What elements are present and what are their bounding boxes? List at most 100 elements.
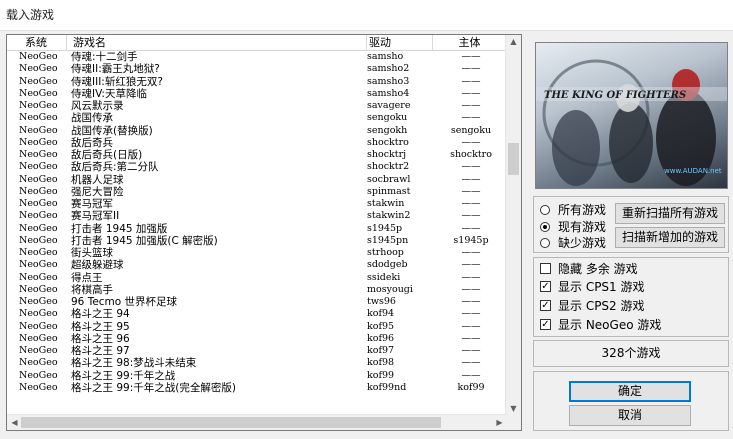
check-show-neogeo-box[interactable]: ✓	[540, 319, 551, 330]
scroll-down-icon[interactable]: ▼	[506, 402, 521, 416]
table-row[interactable]: NeoGeo 侍魂II:霸王丸地狱? samsho2 ——	[7, 63, 507, 75]
row-system: NeoGeo	[19, 124, 58, 136]
check-show-cps1-box[interactable]: ✓	[540, 281, 551, 292]
rescan-all-button[interactable]: 重新扫描所有游戏	[615, 203, 725, 224]
table-row[interactable]: NeoGeo 格斗之王 95 kof95 ——	[7, 321, 507, 333]
scroll-up-icon[interactable]: ▲	[506, 35, 521, 49]
preview-title-text: THE KING OF FIGHTERS	[544, 90, 686, 101]
horizontal-scrollbar[interactable]: ◀ ▶	[7, 414, 507, 430]
scroll-corner	[506, 415, 521, 430]
table-row[interactable]: NeoGeo 机器人足球 socbrawl ——	[7, 174, 507, 186]
table-row[interactable]: NeoGeo 赛马冠军II stakwin2 ——	[7, 210, 507, 222]
row-game-name: 格斗之王 99:千年之战	[71, 369, 176, 382]
row-game-name: 侍魂:十二剑手	[71, 51, 138, 63]
row-system: NeoGeo	[19, 51, 58, 62]
check-show-cps2-box[interactable]: ✓	[540, 300, 551, 311]
table-row[interactable]: NeoGeo 得点王 ssideki ——	[7, 272, 507, 284]
row-system: NeoGeo	[19, 332, 58, 344]
table-row[interactable]: NeoGeo 格斗之王 96 kof96 ——	[7, 333, 507, 345]
row-driver: kof95	[367, 320, 395, 332]
table-row[interactable]: NeoGeo 侍魂III:斩红狼无双? samsho3 ——	[7, 76, 507, 88]
radio-all-games-indicator[interactable]	[540, 205, 550, 215]
table-row[interactable]: NeoGeo 赛马冠军 stakwin ——	[7, 198, 507, 210]
scroll-right-icon[interactable]: ▶	[492, 416, 507, 430]
row-parent: ——	[461, 51, 481, 62]
row-driver: strhoop	[367, 247, 404, 258]
row-game-name: 格斗之王 96	[71, 332, 130, 345]
row-parent: ——	[461, 332, 481, 344]
row-driver: shocktro	[367, 136, 409, 148]
table-row[interactable]: NeoGeo 敌后奇兵(日版) shocktrj shocktro	[7, 149, 507, 161]
row-parent: ——	[461, 345, 481, 356]
row-game-name: 格斗之王 98:梦战斗未结束	[71, 357, 197, 370]
table-row[interactable]: NeoGeo 敌后奇兵:第二分队 shocktr2 ——	[7, 161, 507, 173]
radio-all-games-label: 所有游戏	[558, 203, 607, 217]
table-row[interactable]: NeoGeo 格斗之王 99:千年之战 kof99 ——	[7, 370, 507, 382]
table-row[interactable]: NeoGeo 96 Tecmo 世界杯足球 tws96 ——	[7, 296, 507, 308]
table-row[interactable]: NeoGeo 超级躲避球 sdodgeb ——	[7, 259, 507, 271]
table-row[interactable]: NeoGeo 街头篮球 strhoop ——	[7, 247, 507, 259]
row-game-name: 打击者 1945 加强版	[71, 222, 168, 235]
table-row[interactable]: NeoGeo 格斗之王 97 kof97 ——	[7, 345, 507, 357]
row-parent: ——	[461, 87, 481, 99]
table-row[interactable]: NeoGeo 格斗之王 98:梦战斗未结束 kof98 ——	[7, 357, 507, 369]
row-parent: ——	[461, 271, 481, 283]
row-system: NeoGeo	[19, 259, 58, 271]
cancel-button[interactable]: 取消	[569, 405, 691, 426]
table-row[interactable]: NeoGeo 侍魂:十二剑手 samsho ——	[7, 51, 507, 63]
col-header-driver[interactable]: 驱动	[367, 35, 433, 50]
table-row[interactable]: NeoGeo 战国传承 sengoku ——	[7, 112, 507, 124]
col-header-name[interactable]: 游戏名	[67, 35, 367, 50]
row-driver: mosyougi	[367, 283, 413, 295]
horizontal-scroll-thumb[interactable]	[21, 417, 441, 428]
row-game-name: 敌后奇兵	[71, 136, 113, 149]
row-system: NeoGeo	[19, 357, 58, 369]
row-driver: tws96	[367, 296, 396, 307]
rescan-new-button[interactable]: 扫描新增加的游戏	[615, 227, 725, 248]
vertical-scroll-thumb[interactable]	[508, 143, 519, 175]
preview-artwork: THE KING OF FIGHTERS www.AUDAN.net	[536, 59, 727, 186]
check-hide-extra-box[interactable]	[540, 263, 551, 274]
action-group: 确定 取消	[533, 371, 729, 431]
game-count-box: 328个游戏	[533, 340, 729, 367]
table-row[interactable]: NeoGeo 将棋高手 mosyougi ——	[7, 284, 507, 296]
filter-group: 所有游戏 现有游戏 缺少游戏 重新扫描所有游戏 扫描新增加的游戏	[533, 196, 729, 253]
game-list[interactable]: 系统 游戏名 驱动 主体 NeoGeo 侍魂:十二剑手 samsho —— NeoGeo…	[6, 34, 522, 431]
table-row[interactable]: NeoGeo 战国传承(替换版) sengokh sengoku	[7, 125, 507, 137]
row-game-name: 得点王	[71, 271, 103, 284]
row-game-name: 超级躲避球	[71, 259, 124, 272]
row-system: NeoGeo	[19, 296, 58, 307]
row-driver: kof94	[367, 308, 395, 320]
row-parent: ——	[461, 185, 481, 197]
row-system: NeoGeo	[19, 185, 58, 197]
row-driver: stakwin2	[367, 210, 411, 222]
row-driver: s1945pn	[367, 234, 409, 246]
table-row[interactable]: NeoGeo 格斗之王 94 kof94 ——	[7, 308, 507, 320]
table-row[interactable]: NeoGeo 风云默示录 savagere ——	[7, 100, 507, 112]
table-row[interactable]: NeoGeo 强尼大冒险 spinmast ——	[7, 186, 507, 198]
vertical-scrollbar[interactable]: ▲ ▼	[505, 35, 521, 416]
row-driver: socbrawl	[367, 173, 411, 185]
ok-button[interactable]: 确定	[569, 381, 691, 402]
radio-missing-games-indicator[interactable]	[540, 238, 550, 248]
table-row[interactable]: NeoGeo 敌后奇兵 shocktro ——	[7, 137, 507, 149]
col-header-system[interactable]: 系统	[7, 35, 67, 50]
col-header-parent[interactable]: 主体	[433, 35, 507, 50]
table-row[interactable]: NeoGeo 打击者 1945 加强版(C 解密版) s1945pn s1945p	[7, 235, 507, 247]
row-parent: ——	[461, 63, 481, 75]
scroll-left-icon[interactable]: ◀	[7, 416, 22, 430]
row-driver: kof99	[367, 369, 395, 381]
row-parent: ——	[461, 247, 481, 258]
row-game-name: 风云默示录	[71, 100, 124, 112]
row-game-name: 打击者 1945 加强版(C 解密版)	[71, 234, 218, 247]
radio-available-games-indicator[interactable]	[540, 222, 550, 232]
row-system: NeoGeo	[19, 100, 58, 111]
table-row[interactable]: NeoGeo 格斗之王 99:千年之战(完全解密版) kof99nd kof99	[7, 382, 507, 394]
row-driver: samsho3	[367, 75, 410, 87]
check-show-cps1-label: 显示 CPS1 游戏	[558, 280, 645, 294]
table-row[interactable]: NeoGeo 打击者 1945 加强版 s1945p ——	[7, 223, 507, 235]
row-parent: ——	[461, 259, 481, 271]
row-game-name: 格斗之王 94	[71, 308, 130, 321]
table-row[interactable]: NeoGeo 侍魂IV:天草降临 samsho4 ——	[7, 88, 507, 100]
row-game-name: 96 Tecmo 世界杯足球	[71, 296, 178, 308]
